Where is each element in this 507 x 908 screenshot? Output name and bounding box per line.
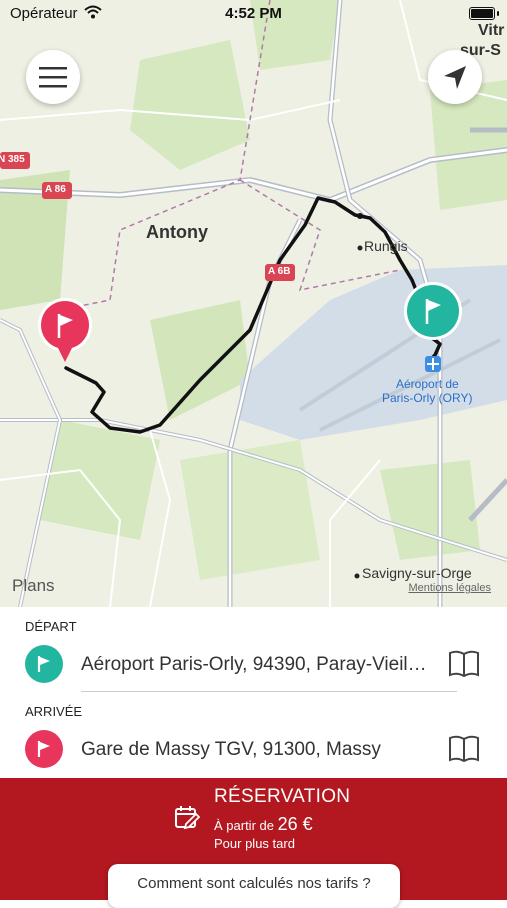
map-label-airport-line2: Paris-Orly (ORY) — [382, 391, 473, 405]
battery-icon — [469, 7, 495, 20]
flag-icon — [37, 656, 50, 672]
flag-icon — [38, 298, 92, 362]
trip-form: DÉPART Aéroport Paris-Orly, 94390, Paray… — [0, 607, 507, 778]
book-icon — [449, 650, 479, 678]
status-time: 4:52 PM — [225, 5, 282, 22]
legal-link[interactable]: Mentions légales — [408, 582, 491, 594]
map-view[interactable]: N 385 A 86 A 6B Antony Rungis Aéroport d… — [0, 0, 507, 607]
departure-flag-badge — [25, 645, 63, 683]
menu-button[interactable] — [26, 50, 80, 104]
map-label-airport-line1: Aéroport de — [396, 377, 459, 391]
hamburger-icon — [39, 67, 67, 88]
divider — [81, 691, 457, 692]
departure-address[interactable]: Aéroport Paris-Orly, 94390, Paray-Vieill… — [81, 654, 429, 676]
arrival-address[interactable]: Gare de Massy TGV, 91300, Massy — [81, 739, 429, 761]
map-attribution: Plans — [12, 576, 55, 596]
calendar-edit-icon — [174, 804, 201, 835]
price-line: À partir de 26 € — [214, 814, 313, 835]
reservation-subtitle: Pour plus tard — [214, 836, 295, 851]
road-shield-n385: N 385 — [0, 154, 25, 165]
road-shield-a6b: A 6B — [268, 266, 291, 277]
departure-label: DÉPART — [25, 619, 77, 634]
flag-icon — [37, 741, 50, 757]
map-attribution-text: Plans — [12, 576, 55, 595]
book-icon — [449, 735, 479, 763]
departure-map-marker[interactable] — [404, 282, 462, 353]
arrival-label: ARRIVÉE — [25, 704, 83, 719]
price-prefix: À partir de — [214, 818, 274, 833]
tarif-info-label: Comment sont calculés nos tarifs ? — [137, 875, 371, 892]
arrival-map-marker[interactable] — [36, 298, 94, 369]
battery-cap — [497, 11, 499, 16]
address-book-button[interactable] — [448, 649, 480, 682]
locate-me-button[interactable] — [428, 50, 482, 104]
map-label-antony: Antony — [146, 222, 208, 242]
location-arrow-icon — [444, 66, 466, 89]
road-shield-a86: A 86 — [45, 184, 66, 195]
reservation-title: RÉSERVATION — [214, 786, 351, 807]
status-bar: Opérateur 4:52 PM — [0, 0, 507, 28]
arrival-flag-badge — [25, 730, 63, 768]
tarif-info-button[interactable]: Comment sont calculés nos tarifs ? — [108, 864, 400, 908]
flag-icon — [404, 282, 462, 340]
map-label-savigny: Savigny-sur-Orge — [362, 565, 472, 581]
price-amount: 26 € — [277, 814, 313, 834]
map-label-rungis: Rungis — [364, 238, 408, 254]
address-book-button[interactable] — [448, 734, 480, 767]
